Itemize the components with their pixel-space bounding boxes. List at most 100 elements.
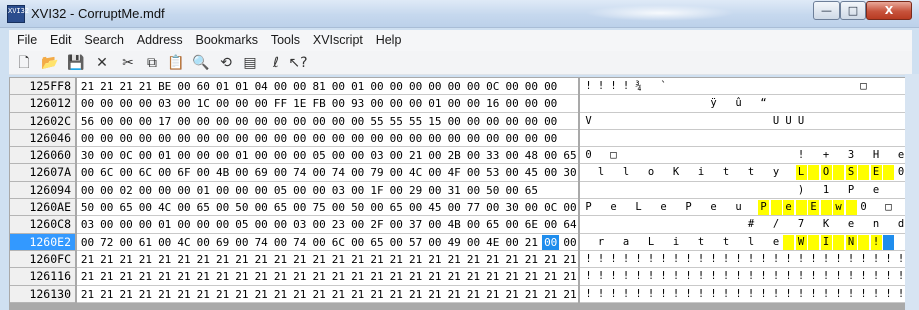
text-char[interactable] xyxy=(621,96,632,111)
hex-byte[interactable]: 1E xyxy=(291,96,308,111)
hex-byte[interactable]: 6C xyxy=(137,165,154,180)
hex-byte[interactable]: 21 xyxy=(79,79,96,94)
hex-byte[interactable]: 00 xyxy=(407,200,424,215)
hex-byte[interactable]: 21 xyxy=(98,269,115,284)
hex-byte[interactable]: 55 xyxy=(407,114,424,129)
hex-byte[interactable]: 65 xyxy=(118,200,135,215)
hex-byte[interactable]: 57 xyxy=(407,235,424,250)
text-char[interactable]: ÿ xyxy=(708,96,719,111)
hex-byte[interactable]: 00 xyxy=(233,96,250,111)
text-char[interactable]: S xyxy=(845,165,857,181)
hex-byte[interactable]: 00 xyxy=(330,148,347,163)
hex-byte[interactable]: 02 xyxy=(118,183,135,198)
hex-byte[interactable]: 21 xyxy=(369,287,386,302)
hex-byte[interactable]: 21 xyxy=(388,287,405,302)
hex-byte[interactable]: 00 xyxy=(504,165,521,180)
hex-byte[interactable]: 21 xyxy=(562,287,579,302)
hex-byte[interactable]: 30 xyxy=(562,165,579,180)
text-char[interactable] xyxy=(733,148,744,163)
hex-byte[interactable]: 00 xyxy=(523,96,540,111)
hex-byte[interactable]: 74 xyxy=(291,235,308,250)
text-char[interactable]: ! xyxy=(833,287,844,302)
text-char[interactable]: ! xyxy=(821,252,832,267)
text-char[interactable]: + xyxy=(821,148,832,163)
text-char[interactable]: L xyxy=(646,235,657,250)
hex-byte[interactable]: 00 xyxy=(523,79,540,94)
hex-byte[interactable]: 21 xyxy=(388,252,405,267)
text-char[interactable] xyxy=(621,183,632,198)
hex-byte[interactable]: 4B xyxy=(214,165,231,180)
hex-byte[interactable]: 50 xyxy=(233,200,250,215)
hex-byte[interactable]: 00 xyxy=(311,183,328,198)
hex-byte[interactable]: 00 xyxy=(272,217,289,232)
hex-byte[interactable]: 00 xyxy=(504,183,521,198)
text-char[interactable]: ! xyxy=(833,252,844,267)
hex-byte[interactable]: 00 xyxy=(311,235,328,250)
menu-xviscript[interactable]: XVIscript xyxy=(305,30,363,47)
text-char[interactable]: 0 xyxy=(583,148,594,163)
text-char[interactable] xyxy=(696,200,707,215)
hex-byte[interactable]: 00 xyxy=(349,217,366,232)
text-char[interactable]: ! xyxy=(858,287,869,302)
text-char[interactable]: i xyxy=(696,165,707,180)
text-char[interactable]: I xyxy=(820,234,832,250)
text-char[interactable] xyxy=(758,235,769,250)
hex-byte[interactable]: 00 xyxy=(426,131,443,146)
text-char[interactable] xyxy=(883,131,894,146)
text-char[interactable] xyxy=(833,234,844,250)
text-char[interactable]: ! xyxy=(708,287,719,302)
find-icon[interactable]: 🔍 xyxy=(190,53,212,73)
hex-byte[interactable]: 1C xyxy=(195,96,212,111)
text-char[interactable]: ! xyxy=(621,79,632,94)
hex-byte[interactable]: 00 xyxy=(446,200,463,215)
hex-byte[interactable]: 00 xyxy=(233,235,250,250)
hex-byte[interactable]: 00 xyxy=(330,200,347,215)
hex-pane[interactable]: 21 21 21 21 BE 00 60 01 01 04 00 00 81 00 01 00 00 00 00 00… xyxy=(77,78,578,303)
text-char[interactable]: o xyxy=(646,165,657,180)
hex-byte[interactable]: 00 xyxy=(137,183,154,198)
menu-bookmarks[interactable]: Bookmarks xyxy=(187,30,258,47)
hex-byte[interactable]: 0C xyxy=(118,148,135,163)
text-char[interactable] xyxy=(621,148,632,163)
hex-byte[interactable]: 21 xyxy=(311,252,328,267)
hex-byte[interactable]: 04 xyxy=(253,79,270,94)
text-char[interactable] xyxy=(796,131,807,146)
text-char[interactable]: e xyxy=(658,200,669,215)
hex-byte[interactable]: 21 xyxy=(137,252,154,267)
hex-byte[interactable]: 21 xyxy=(79,252,96,267)
hex-byte[interactable]: 21 xyxy=(388,269,405,284)
hex-byte[interactable]: 21 xyxy=(98,79,115,94)
hex-byte[interactable]: 00 xyxy=(272,165,289,180)
text-char[interactable] xyxy=(596,148,607,163)
text-char[interactable] xyxy=(658,217,669,232)
hex-byte[interactable]: 21 xyxy=(562,269,579,284)
text-char[interactable] xyxy=(671,114,682,129)
text-char[interactable] xyxy=(783,131,794,146)
text-char[interactable] xyxy=(608,235,619,250)
hex-byte[interactable]: 03 xyxy=(79,217,96,232)
menu-tools[interactable]: Tools xyxy=(263,30,300,47)
text-char[interactable] xyxy=(783,96,794,111)
text-char[interactable] xyxy=(708,148,719,163)
text-char[interactable] xyxy=(596,200,607,215)
text-char[interactable] xyxy=(696,183,707,198)
hex-byte[interactable]: 55 xyxy=(388,114,405,129)
hex-byte[interactable]: 21 xyxy=(446,252,463,267)
text-char[interactable]: ! xyxy=(608,269,619,284)
text-char[interactable] xyxy=(883,234,894,250)
hex-byte[interactable]: 65 xyxy=(195,200,212,215)
hex-byte[interactable]: 00 xyxy=(253,96,270,111)
text-char[interactable] xyxy=(746,79,757,94)
hex-byte[interactable]: 00 xyxy=(137,148,154,163)
text-char[interactable] xyxy=(696,131,707,146)
hex-byte[interactable]: 00 xyxy=(523,200,540,215)
hex-byte[interactable]: 21 xyxy=(311,269,328,284)
text-char[interactable] xyxy=(796,96,807,111)
text-char[interactable] xyxy=(858,131,869,146)
hex-byte[interactable]: 00 xyxy=(388,183,405,198)
text-char[interactable]: ! xyxy=(583,287,594,302)
text-char[interactable]: ! xyxy=(621,252,632,267)
text-char[interactable]: ! xyxy=(683,252,694,267)
hex-byte[interactable]: 0C xyxy=(484,79,501,94)
hex-byte[interactable]: 21 xyxy=(98,287,115,302)
